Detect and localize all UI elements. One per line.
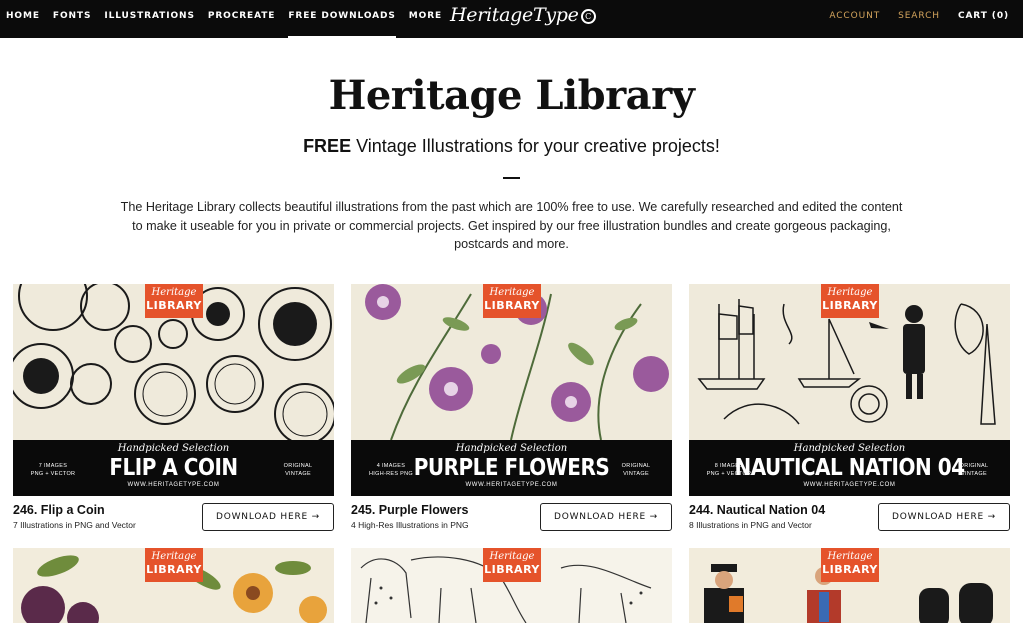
- badge-line1: Heritage: [489, 551, 535, 562]
- card-description: 8 Illustrations in PNG and Vector: [689, 520, 812, 530]
- nav-illustrations[interactable]: ILLUSTRATIONS: [104, 0, 194, 32]
- badge-line1: Heritage: [827, 287, 873, 298]
- page-title: Heritage Library: [328, 72, 695, 119]
- nav-account[interactable]: ACCOUNT: [829, 11, 880, 21]
- download-button[interactable]: DOWNLOAD HERE →: [202, 503, 334, 531]
- site-logo[interactable]: HeritageType C: [450, 4, 596, 26]
- nav-left: HOME FONTS ILLUSTRATIONS PROCREATE FREE …: [6, 0, 455, 38]
- band-right-info: ORIGINAL VINTAGE: [283, 463, 313, 477]
- badge-line1: Heritage: [489, 287, 535, 298]
- card-image-nautical[interactable]: Heritage LIBRARY Handpicked Selection 8 …: [689, 284, 1010, 496]
- badge-line2: LIBRARY: [484, 299, 540, 312]
- band-url: WWW.HERITAGETYPE.COM: [465, 482, 558, 488]
- band-url: WWW.HERITAGETYPE.COM: [803, 482, 896, 488]
- band-url: WWW.HERITAGETYPE.COM: [127, 482, 220, 488]
- card-description: 7 Illustrations in PNG and Vector: [13, 520, 136, 530]
- intro-text: The Heritage Library collects beautiful …: [120, 200, 903, 251]
- download-button[interactable]: DOWNLOAD HERE →: [878, 503, 1010, 531]
- card-caption[interactable]: 245. Purple Flowers: [351, 503, 468, 517]
- subtitle-rest: Vintage Illustrations for your creative …: [351, 136, 720, 156]
- card-image-flowers[interactable]: Heritage LIBRARY Handpicked Selection 4 …: [351, 284, 672, 496]
- nav-right: ACCOUNT SEARCH CART (0): [811, 0, 1009, 32]
- card-caption[interactable]: 244. Nautical Nation 04: [689, 503, 825, 517]
- download-button[interactable]: DOWNLOAD HERE →: [540, 503, 672, 531]
- badge-line2: LIBRARY: [822, 563, 878, 576]
- logo-mark: C: [580, 9, 596, 24]
- badge-line1: Heritage: [151, 287, 197, 298]
- product-card-fruits[interactable]: Heritage LIBRARY: [13, 548, 334, 623]
- product-card-animals[interactable]: Heritage LIBRARY: [351, 548, 672, 623]
- heritage-library-badge: Heritage LIBRARY: [483, 548, 541, 582]
- card-title-band: Handpicked Selection 8 IMAGES PNG + VECT…: [689, 440, 1010, 496]
- band-right-info: ORIGINAL VINTAGE: [621, 463, 651, 477]
- badge-line1: Heritage: [151, 551, 197, 562]
- badge-line2: LIBRARY: [146, 563, 202, 576]
- nav-search[interactable]: SEARCH: [898, 11, 940, 21]
- nav-fonts[interactable]: FONTS: [53, 0, 91, 32]
- card-title-band: Handpicked Selection 7 IMAGES PNG + VECT…: [13, 440, 334, 496]
- title-divider: [503, 177, 520, 179]
- top-nav: HOME FONTS ILLUSTRATIONS PROCREATE FREE …: [0, 0, 1023, 38]
- heritage-library-badge: Heritage LIBRARY: [821, 284, 879, 318]
- page-subtitle: FREE Vintage Illustrations for your crea…: [0, 136, 1023, 157]
- nav-free-downloads[interactable]: FREE DOWNLOADS: [288, 0, 397, 38]
- card-image-coins[interactable]: Heritage LIBRARY Handpicked Selection 7 …: [13, 284, 334, 496]
- card-description: 4 High-Res Illustrations in PNG: [351, 520, 469, 530]
- card-title-band: Handpicked Selection 4 IMAGES HIGH-RES P…: [351, 440, 672, 496]
- heritage-library-badge: Heritage LIBRARY: [821, 548, 879, 582]
- nav-more[interactable]: MORE: [409, 0, 442, 32]
- product-card-people[interactable]: Heritage LIBRARY: [689, 548, 1010, 623]
- badge-line2: LIBRARY: [146, 299, 202, 312]
- band-right-info: ORIGINAL VINTAGE: [959, 463, 989, 477]
- heritage-library-badge: Heritage LIBRARY: [145, 548, 203, 582]
- subtitle-free: FREE: [303, 136, 352, 156]
- badge-line1: Heritage: [827, 551, 873, 562]
- heritage-library-badge: Heritage LIBRARY: [483, 284, 541, 318]
- badge-line2: LIBRARY: [484, 563, 540, 576]
- card-caption[interactable]: 246. Flip a Coin: [13, 503, 105, 517]
- logo-text: HeritageType: [450, 4, 579, 26]
- badge-line2: LIBRARY: [822, 299, 878, 312]
- heritage-library-badge: Heritage LIBRARY: [145, 284, 203, 318]
- nav-procreate[interactable]: PROCREATE: [208, 0, 276, 32]
- nav-home[interactable]: HOME: [6, 0, 40, 32]
- nav-cart[interactable]: CART (0): [958, 11, 1009, 21]
